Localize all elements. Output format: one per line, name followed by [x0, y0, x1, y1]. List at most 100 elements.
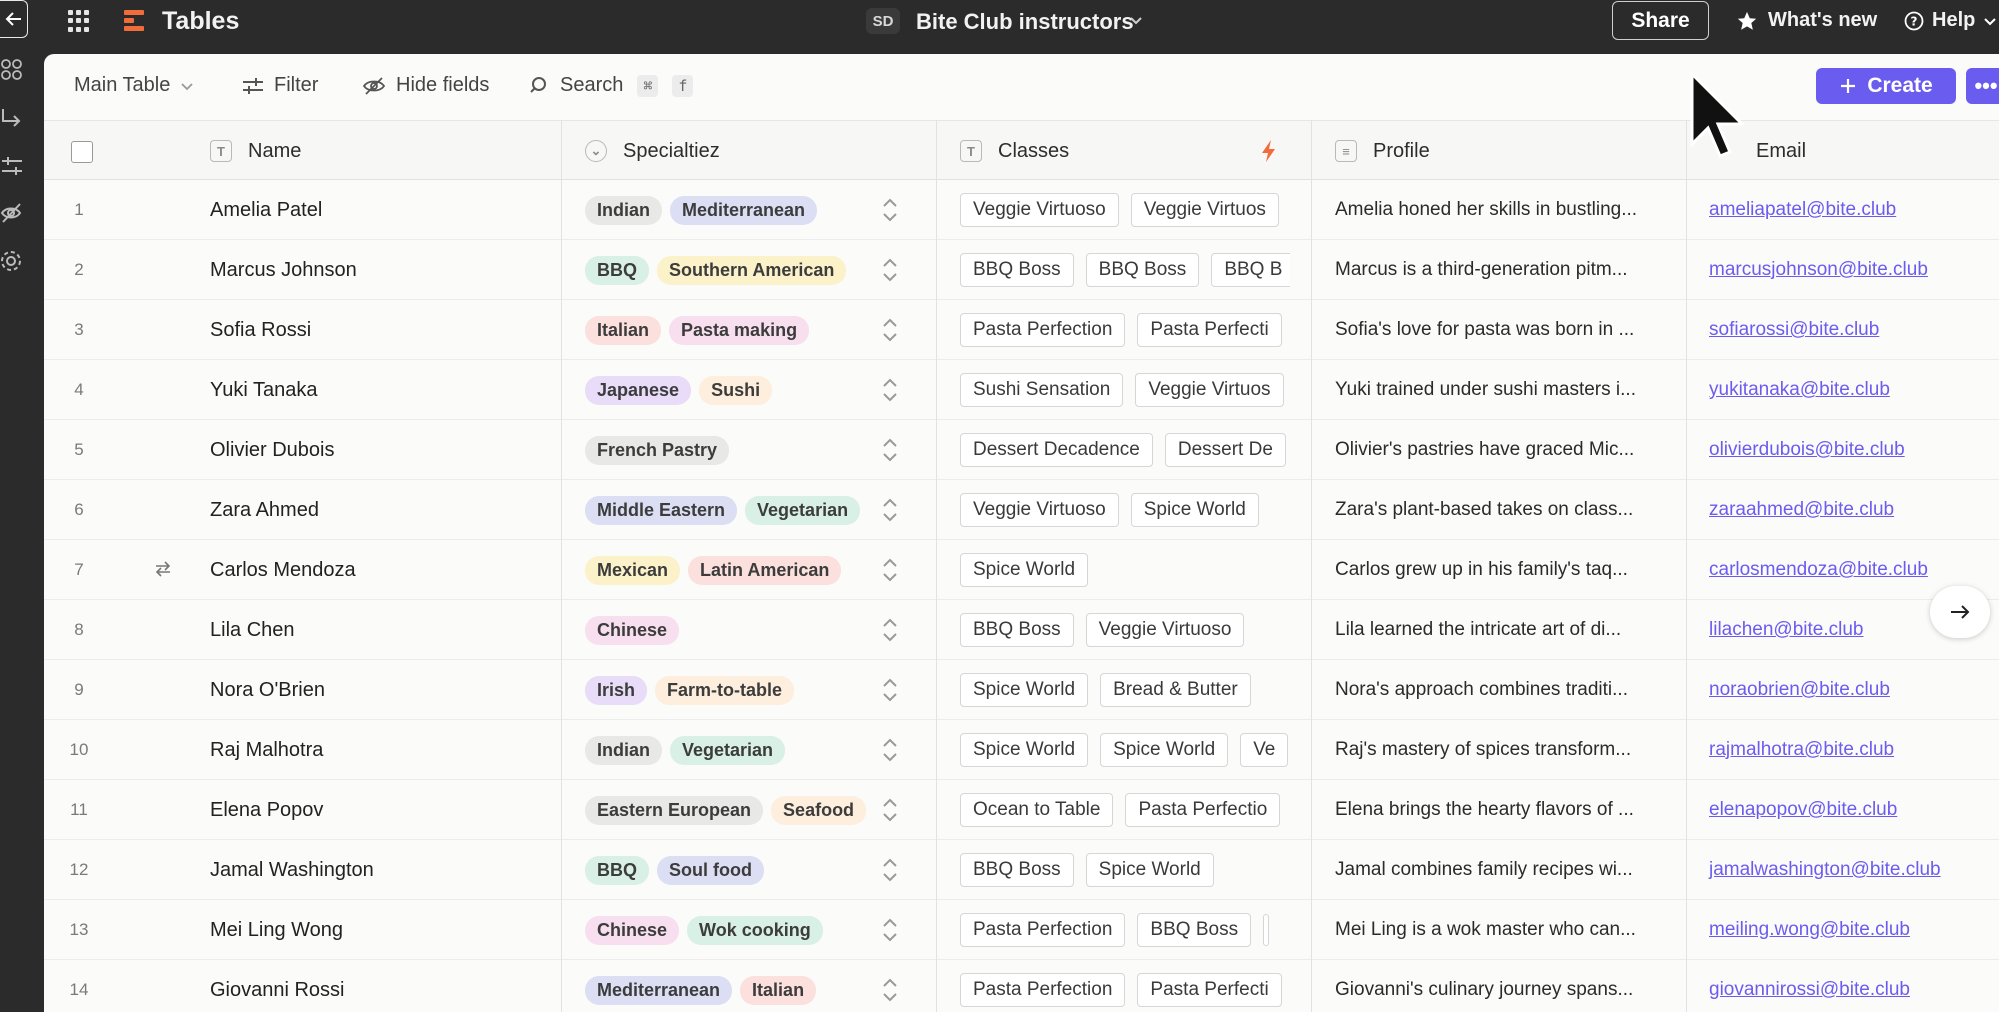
lightning-icon[interactable] — [1260, 139, 1278, 163]
chevron-up-down-icon[interactable] — [880, 857, 900, 883]
scroll-right-button[interactable] — [1930, 586, 1990, 638]
profile-cell[interactable]: Giovanni's culinary journey spans... — [1335, 960, 1675, 1012]
name-cell[interactable]: Amelia Patel — [210, 180, 322, 240]
table-row[interactable]: 8 Lila Chen Chinese BBQ Boss Veggie Virtuoso… — [44, 600, 1999, 660]
search-button[interactable]: Search ⌘ f — [530, 74, 694, 97]
classes-cell[interactable]: Pasta Perfection BBQ Boss — [960, 900, 1290, 960]
specialties-cell[interactable]: Eastern European Seafood — [585, 780, 867, 840]
profile-cell[interactable]: Lila learned the intricate art of di... — [1335, 600, 1675, 660]
profile-cell[interactable]: Jamal combines family recipes wi... — [1335, 840, 1675, 900]
email-link[interactable]: meiling.wong@bite.club — [1709, 900, 1910, 960]
classes-cell[interactable]: Spice World Spice World Ve — [960, 720, 1290, 780]
specialties-cell[interactable]: Mexican Latin American — [585, 540, 842, 600]
profile-cell[interactable]: Olivier's pastries have graced Mic... — [1335, 420, 1675, 480]
more-options-button[interactable]: ••• — [1966, 68, 1999, 104]
help-button[interactable]: ? Help — [1904, 9, 1997, 32]
gear-icon[interactable] — [0, 248, 26, 274]
classes-cell[interactable]: Spice World — [960, 540, 1290, 600]
email-link[interactable]: olivierdubois@bite.club — [1709, 420, 1905, 480]
share-button[interactable]: Share — [1612, 1, 1709, 40]
profile-cell[interactable]: Sofia's love for pasta was born in ... — [1335, 300, 1675, 360]
table-row[interactable]: 9 Nora O'Brien Irish Farm-to-table Spice Wor… — [44, 660, 1999, 720]
eye-off-icon[interactable] — [0, 200, 26, 226]
email-link[interactable]: lilachen@bite.club — [1709, 600, 1864, 660]
table-title[interactable]: Bite Club instructors — [916, 9, 1134, 35]
email-link[interactable]: carlosmendoza@bite.club — [1709, 540, 1928, 600]
chevron-up-down-icon[interactable] — [880, 617, 900, 643]
email-link[interactable]: rajmalhotra@bite.club — [1709, 720, 1894, 780]
email-link[interactable]: jamalwashington@bite.club — [1709, 840, 1941, 900]
name-cell[interactable]: Elena Popov — [210, 780, 323, 840]
profile-cell[interactable]: Nora's approach combines traditi... — [1335, 660, 1675, 720]
classes-cell[interactable]: Sushi Sensation Veggie Virtuos — [960, 360, 1290, 420]
chevron-up-down-icon[interactable] — [880, 557, 900, 583]
classes-cell[interactable]: Veggie Virtuoso Veggie Virtuos — [960, 180, 1290, 240]
profile-cell[interactable]: Raj's mastery of spices transform... — [1335, 720, 1675, 780]
profile-cell[interactable]: Carlos grew up in his family's taq... — [1335, 540, 1675, 600]
filter-button[interactable]: Filter — [242, 74, 318, 97]
specialties-cell[interactable]: BBQ Soul food — [585, 840, 764, 900]
email-link[interactable]: yukitanaka@bite.club — [1709, 360, 1890, 420]
table-row[interactable]: 5 Olivier Dubois French Pastry Dessert Deca… — [44, 420, 1999, 480]
chevron-down-icon[interactable] — [1128, 12, 1144, 28]
email-link[interactable]: ameliapatel@bite.club — [1709, 180, 1896, 240]
sliders-icon[interactable] — [0, 154, 26, 180]
apps-icon[interactable] — [0, 58, 26, 84]
chevron-up-down-icon[interactable] — [880, 317, 900, 343]
table-row[interactable]: 11 Elena Popov Eastern European Seafood Ocea… — [44, 780, 1999, 840]
table-row[interactable]: 4 Yuki Tanaka Japanese Sushi Sushi Sensation… — [44, 360, 1999, 420]
classes-cell[interactable]: Pasta Perfection Pasta Perfecti — [960, 960, 1290, 1012]
classes-cell[interactable]: BBQ Boss BBQ Boss BBQ B — [960, 240, 1290, 300]
chevron-up-down-icon[interactable] — [880, 737, 900, 763]
column-header-specialties[interactable]: ⌄ Specialtiez — [585, 121, 720, 181]
profile-cell[interactable]: Elena brings the hearty flavors of ... — [1335, 780, 1675, 840]
chevron-up-down-icon[interactable] — [880, 197, 900, 223]
name-cell[interactable]: Jamal Washington — [210, 840, 374, 900]
email-link[interactable]: sofiarossi@bite.club — [1709, 300, 1879, 360]
link-arrow-icon[interactable] — [0, 106, 26, 132]
specialties-cell[interactable]: Italian Pasta making — [585, 300, 810, 360]
column-header-name[interactable]: T Name — [210, 121, 301, 181]
chevron-up-down-icon[interactable] — [880, 257, 900, 283]
classes-cell[interactable]: Veggie Virtuoso Spice World — [960, 480, 1290, 540]
column-header-email[interactable]: Email — [1756, 121, 1806, 181]
specialties-cell[interactable]: Indian Vegetarian — [585, 720, 786, 780]
create-button[interactable]: Create — [1816, 68, 1956, 104]
profile-cell[interactable]: Zara's plant-based takes on class... — [1335, 480, 1675, 540]
name-cell[interactable]: Zara Ahmed — [210, 480, 319, 540]
table-row[interactable]: 12 Jamal Washington BBQ Soul food BBQ Boss Sp… — [44, 840, 1999, 900]
classes-cell[interactable]: Spice World Bread & Butter — [960, 660, 1290, 720]
specialties-cell[interactable]: Chinese Wok cooking — [585, 900, 823, 960]
table-row[interactable]: 7 Carlos Mendoza Mexican Latin American Spic… — [44, 540, 1999, 600]
specialties-cell[interactable]: French Pastry — [585, 420, 730, 480]
chevron-up-down-icon[interactable] — [880, 497, 900, 523]
specialties-cell[interactable]: Chinese — [585, 600, 680, 660]
chevron-up-down-icon[interactable] — [880, 917, 900, 943]
specialties-cell[interactable]: Indian Mediterranean — [585, 180, 818, 240]
select-all-checkbox[interactable] — [71, 141, 93, 163]
table-row[interactable]: 13 Mei Ling Wong Chinese Wok cooking Pasta P… — [44, 900, 1999, 960]
name-cell[interactable]: Marcus Johnson — [210, 240, 357, 300]
table-row[interactable]: 10 Raj Malhotra Indian Vegetarian Spice Worl… — [44, 720, 1999, 780]
name-cell[interactable]: Carlos Mendoza — [210, 540, 356, 600]
name-cell[interactable]: Nora O'Brien — [210, 660, 325, 720]
specialties-cell[interactable]: Japanese Sushi — [585, 360, 773, 420]
classes-cell[interactable]: Pasta Perfection Pasta Perfecti — [960, 300, 1290, 360]
chevron-up-down-icon[interactable] — [880, 977, 900, 1003]
chevron-up-down-icon[interactable] — [880, 437, 900, 463]
column-header-classes[interactable]: T Classes — [960, 121, 1069, 181]
back-button[interactable] — [0, 0, 28, 38]
whats-new-button[interactable]: What's new — [1736, 9, 1877, 32]
email-link[interactable]: giovannirossi@bite.club — [1709, 960, 1910, 1012]
profile-cell[interactable]: Marcus is a third-generation pitm... — [1335, 240, 1675, 300]
classes-cell[interactable]: BBQ Boss Spice World — [960, 840, 1290, 900]
specialties-cell[interactable]: Irish Farm-to-table — [585, 660, 795, 720]
table-row[interactable]: 1 Amelia Patel Indian Mediterranean Veggie V… — [44, 180, 1999, 240]
name-cell[interactable]: Raj Malhotra — [210, 720, 323, 780]
classes-cell[interactable]: Ocean to Table Pasta Perfectio — [960, 780, 1290, 840]
name-cell[interactable]: Sofia Rossi — [210, 300, 311, 360]
specialties-cell[interactable]: Mediterranean Italian — [585, 960, 817, 1012]
profile-cell[interactable]: Mei Ling is a wok master who can... — [1335, 900, 1675, 960]
classes-cell[interactable]: BBQ Boss Veggie Virtuoso — [960, 600, 1290, 660]
name-cell[interactable]: Olivier Dubois — [210, 420, 334, 480]
